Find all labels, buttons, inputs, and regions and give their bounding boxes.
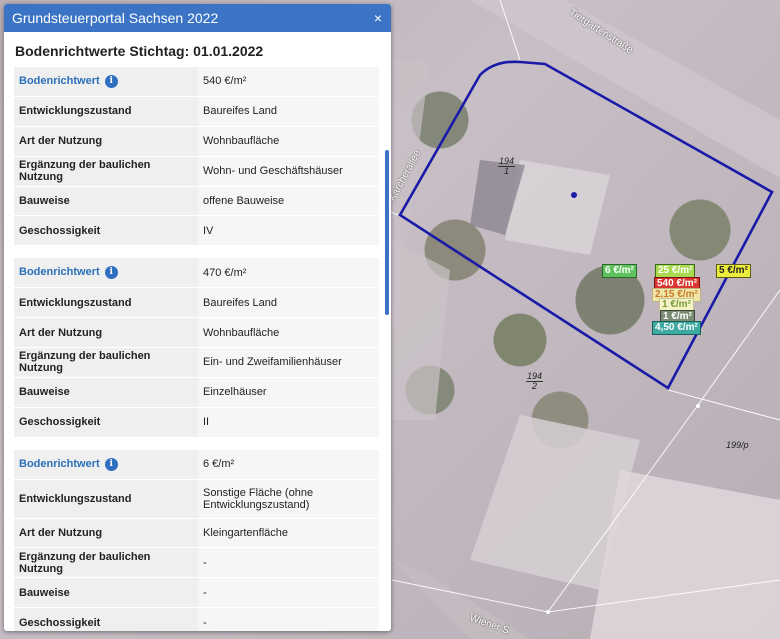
record-value: -: [198, 577, 379, 609]
table-row: Ergänzung der baulichen Nutzung -: [14, 547, 379, 579]
info-icon[interactable]: i: [104, 74, 118, 88]
record-key[interactable]: Bodenrichtwert: [19, 75, 100, 87]
boundary-point: [696, 404, 700, 408]
record-key[interactable]: Bodenrichtwert: [19, 458, 100, 470]
table-row: Art der Nutzung Wohnbaufläche: [14, 125, 379, 157]
price-label: 6 €/m²: [602, 264, 637, 278]
record-key: Bauweise: [14, 577, 198, 609]
bodenrichtwert-link[interactable]: Bodenrichtwert i: [14, 257, 198, 289]
record-key: Geschossigkeit: [14, 406, 198, 438]
table-row: Bauweise offene Bauweise: [14, 185, 379, 217]
record-value: Baureifes Land: [198, 287, 379, 319]
price-label: 25 €/m²: [655, 264, 696, 278]
record-table: Bodenrichtwert i 6 €/m² Entwicklungszustand…: [14, 448, 379, 631]
record-key: Entwicklungszustand: [14, 95, 198, 127]
table-row: Geschossigkeit -: [14, 607, 379, 631]
table-row: Entwicklungszustand Sonstige Fläche (ohne…: [14, 478, 379, 519]
panel-header: Grundsteuerportal Sachsen 2022 ×: [4, 4, 391, 32]
panel-title: Grundsteuerportal Sachsen 2022: [12, 10, 219, 26]
record-table: Bodenrichtwert i 540 €/m² Entwicklungszusta…: [14, 66, 379, 247]
info-icon[interactable]: i: [104, 457, 118, 471]
table-row: Entwicklungszustand Baureifes Land: [14, 95, 379, 127]
building: [590, 470, 780, 639]
building: [392, 240, 450, 420]
record-key: Bauweise: [14, 376, 198, 408]
record-value: Sonstige Fläche (ohne Entwicklungszustan…: [198, 478, 379, 519]
record-value: IV: [198, 215, 379, 247]
table-row: Geschossigkeit IV: [14, 215, 379, 247]
parcel-label-199p: 199/p: [726, 440, 749, 450]
boundary-point: [546, 610, 550, 614]
table-row: Entwicklungszustand Baureifes Land: [14, 287, 379, 319]
record-key: Bauweise: [14, 185, 198, 217]
record-value: Wohn- und Geschäftshäuser: [198, 155, 379, 187]
street-tiergarten: [470, 0, 780, 178]
scrollbar[interactable]: [385, 150, 389, 315]
record-value: offene Bauweise: [198, 185, 379, 217]
panel-body[interactable]: Bodenrichtwerte Stichtag: 01.01.2022 Bod…: [4, 32, 391, 631]
record-key[interactable]: Bodenrichtwert: [19, 266, 100, 278]
table-row: Bauweise -: [14, 577, 379, 609]
panel-subtitle: Bodenrichtwerte Stichtag: 01.01.2022: [15, 43, 264, 59]
record-key: Art der Nutzung: [14, 317, 198, 349]
table-row: Art der Nutzung Wohnbaufläche: [14, 317, 379, 349]
table-row: Bauweise Einzelhäuser: [14, 376, 379, 408]
table-row: Art der Nutzung Kleingartenfläche: [14, 517, 379, 549]
info-panel: Grundsteuerportal Sachsen 2022 × Bodenri…: [4, 4, 391, 631]
record-key: Art der Nutzung: [14, 517, 198, 549]
table-row: Ergänzung der baulichen Nutzung Ein- und …: [14, 347, 379, 378]
table-row: Bodenrichtwert i 540 €/m²: [14, 66, 379, 97]
record-value: 470 €/m²: [198, 257, 379, 289]
record-key: Entwicklungszustand: [14, 478, 198, 519]
price-label: 5 €/m²: [716, 264, 751, 278]
record-value: Kleingartenfläche: [198, 517, 379, 549]
record-key: Ergänzung der baulichen Nutzung: [14, 347, 198, 378]
record-table: Bodenrichtwert i 470 €/m² Entwicklungszusta…: [14, 257, 379, 438]
record-key: Entwicklungszustand: [14, 287, 198, 319]
record-value: 6 €/m²: [198, 448, 379, 480]
table-row: Ergänzung der baulichen Nutzung Wohn- und…: [14, 155, 379, 187]
record-key: Geschossigkeit: [14, 215, 198, 247]
record-value: Wohnbaufläche: [198, 317, 379, 349]
record-key: Ergänzung der baulichen Nutzung: [14, 547, 198, 579]
table-row: Bodenrichtwert i 470 €/m²: [14, 257, 379, 289]
record-key: Ergänzung der baulichen Nutzung: [14, 155, 198, 187]
table-row: Geschossigkeit II: [14, 406, 379, 438]
record-value: -: [198, 547, 379, 579]
record-value: 540 €/m²: [198, 66, 379, 97]
record-value: Ein- und Zweifamilienhäuser: [198, 347, 379, 378]
records-list: Bodenrichtwert i 540 €/m² Entwicklungszusta…: [14, 66, 381, 631]
parcel-label-194-1: 194 1: [498, 156, 516, 176]
record-key: Art der Nutzung: [14, 125, 198, 157]
price-label: 4,50 €/m²: [652, 321, 701, 335]
record-value: Baureifes Land: [198, 95, 379, 127]
close-button[interactable]: ×: [374, 11, 382, 25]
record-key: Geschossigkeit: [14, 607, 198, 631]
record-value: Wohnbaufläche: [198, 125, 379, 157]
parcel-label-194-2: 194 2: [526, 371, 544, 391]
info-icon[interactable]: i: [104, 266, 118, 280]
table-row: Bodenrichtwert i 6 €/m²: [14, 448, 379, 480]
bodenrichtwert-link[interactable]: Bodenrichtwert i: [14, 448, 198, 480]
record-value: -: [198, 607, 379, 631]
record-value: Einzelhäuser: [198, 376, 379, 408]
record-value: II: [198, 406, 379, 438]
bodenrichtwert-link[interactable]: Bodenrichtwert i: [14, 66, 198, 97]
parcel-centroid-marker: [571, 192, 577, 198]
